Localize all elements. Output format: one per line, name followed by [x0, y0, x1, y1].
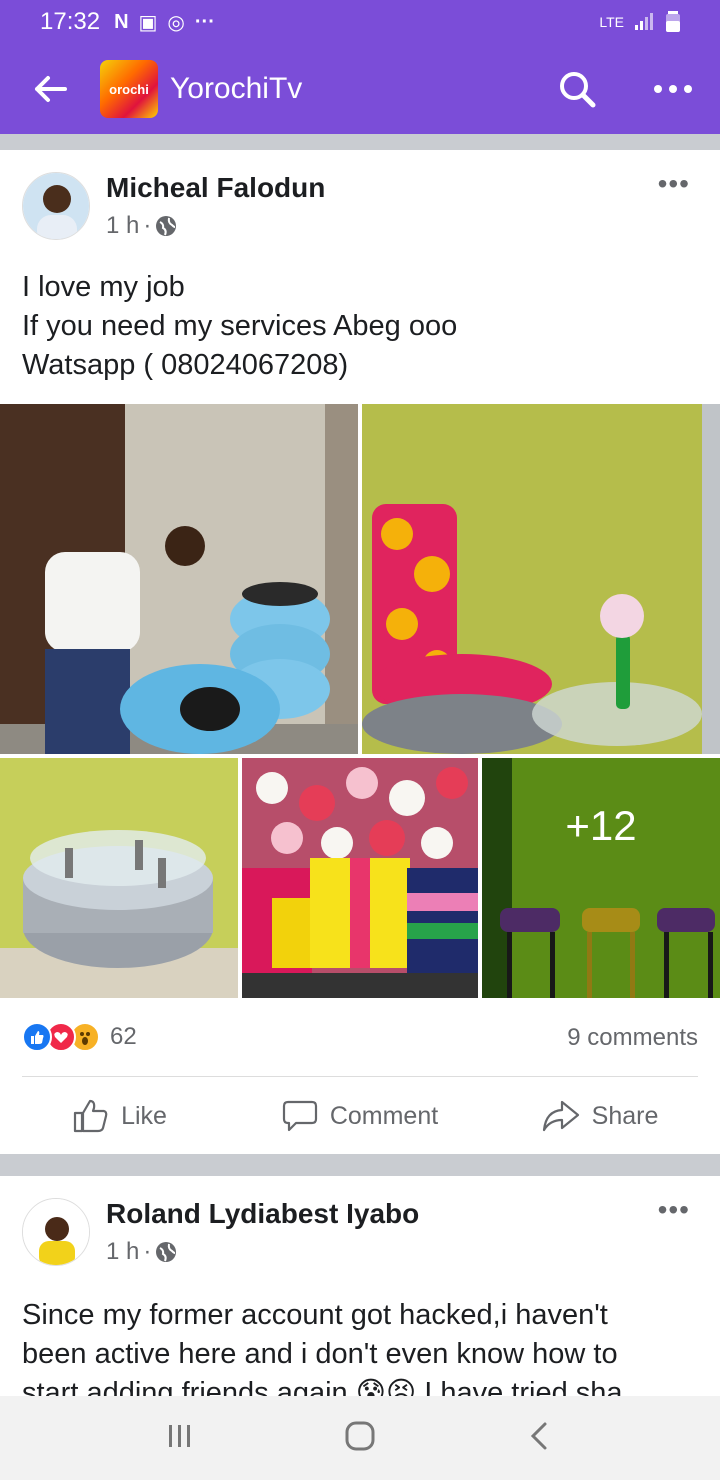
logo-text: orochi	[109, 81, 149, 97]
photo-1[interactable]	[0, 404, 358, 754]
post-card: Micheal Falodun 1 h · ••• I love my job …	[0, 150, 720, 1154]
comments-count[interactable]: 9 comments	[567, 1024, 698, 1052]
search-button[interactable]	[552, 64, 602, 114]
home-button[interactable]	[344, 1420, 376, 1457]
share-icon	[542, 1100, 579, 1132]
comment-label: Comment	[329, 1101, 439, 1130]
app-bar: orochi YorochiTv	[0, 44, 720, 134]
app-logo: orochi	[100, 60, 158, 118]
divider	[22, 1076, 698, 1077]
reaction-count: 62	[110, 1023, 137, 1050]
recent-apps-button[interactable]	[165, 1421, 195, 1456]
post-line: Since my former account got hacked,i hav…	[22, 1299, 608, 1331]
photo-2[interactable]	[362, 404, 720, 754]
status-right: LTE	[599, 10, 680, 35]
post-meta: 1 h ·	[106, 212, 177, 240]
status-time: 17:32	[40, 8, 101, 35]
photo-tyre-chair	[362, 404, 720, 754]
post-options-button[interactable]: •••	[658, 1194, 690, 1226]
photo-tyre-worker	[0, 404, 358, 754]
like-reaction-icon	[22, 1022, 52, 1052]
post-text: Since my former account got hacked,i hav…	[22, 1296, 702, 1396]
author-name[interactable]: Roland Lydiabest Iyabo	[106, 1198, 419, 1230]
app-title: YorochiTv	[170, 72, 303, 105]
thumbs-up-icon	[73, 1099, 108, 1133]
whatsapp-icon: ◎	[167, 11, 185, 34]
post-meta: 1 h ·	[106, 1238, 177, 1266]
photo-cushions	[242, 758, 478, 998]
chevron-left-icon	[531, 1422, 547, 1449]
status-bar: 17:32 N ▣ ◎ ··· LTE	[0, 0, 720, 44]
reactions-summary[interactable]: 62	[22, 1022, 137, 1052]
home-icon	[345, 1421, 375, 1450]
post-line: been active here and i don't even know h…	[22, 1338, 618, 1370]
back-button[interactable]	[0, 44, 100, 134]
system-back-button[interactable]	[525, 1421, 555, 1456]
gallery-icon: ▣	[138, 11, 158, 34]
post-line: I love my job	[22, 271, 185, 303]
post-time[interactable]: 1 h	[106, 1238, 139, 1266]
globe-icon	[156, 1242, 177, 1262]
post-line: Watsapp ( 08024067208)	[22, 349, 349, 381]
post-text: I love my job If you need my services Ab…	[22, 268, 702, 385]
avatar-image	[23, 173, 89, 239]
avatar-image	[23, 1199, 89, 1265]
netflix-icon: N	[114, 10, 129, 33]
share-button[interactable]: Share	[480, 1090, 720, 1142]
signal-icon	[634, 11, 656, 34]
arrow-left-icon	[35, 76, 67, 102]
post-card: Roland Lydiabest Iyabo 1 h · ••• Since m…	[0, 1176, 720, 1396]
photo-3[interactable]	[0, 758, 238, 998]
recent-apps-icon	[168, 1424, 190, 1447]
search-icon	[560, 72, 596, 108]
avatar[interactable]	[22, 172, 90, 240]
post-line: start adding friends again 😰😣 I have tri…	[22, 1377, 623, 1396]
like-label: Like	[121, 1101, 167, 1130]
separator-dot: ·	[143, 212, 152, 239]
post-line: If you need my services Abeg ooo	[22, 310, 458, 342]
lte-label: LTE	[599, 14, 624, 30]
globe-icon	[156, 216, 177, 236]
photo-5[interactable]: +12	[482, 758, 720, 998]
more-photos-count: +12	[565, 802, 637, 849]
post-time[interactable]: 1 h	[106, 212, 139, 240]
photo-4[interactable]	[242, 758, 478, 998]
post-actions: Like Comment Share	[0, 1090, 720, 1142]
author-name[interactable]: Micheal Falodun	[106, 172, 325, 204]
photo-tyre-table	[0, 758, 238, 998]
comment-icon	[282, 1100, 317, 1132]
avatar[interactable]	[22, 1198, 90, 1266]
post-options-button[interactable]: •••	[658, 168, 690, 200]
more-notifications-icon: ···	[194, 10, 215, 33]
separator-dot: ·	[143, 1238, 152, 1265]
battery-icon	[666, 10, 680, 35]
more-options-button[interactable]	[648, 64, 698, 114]
like-button[interactable]: Like	[0, 1090, 240, 1142]
share-label: Share	[591, 1101, 659, 1130]
more-dots-icon	[654, 85, 692, 93]
system-nav-bar	[0, 1396, 720, 1480]
comment-button[interactable]: Comment	[240, 1090, 480, 1142]
